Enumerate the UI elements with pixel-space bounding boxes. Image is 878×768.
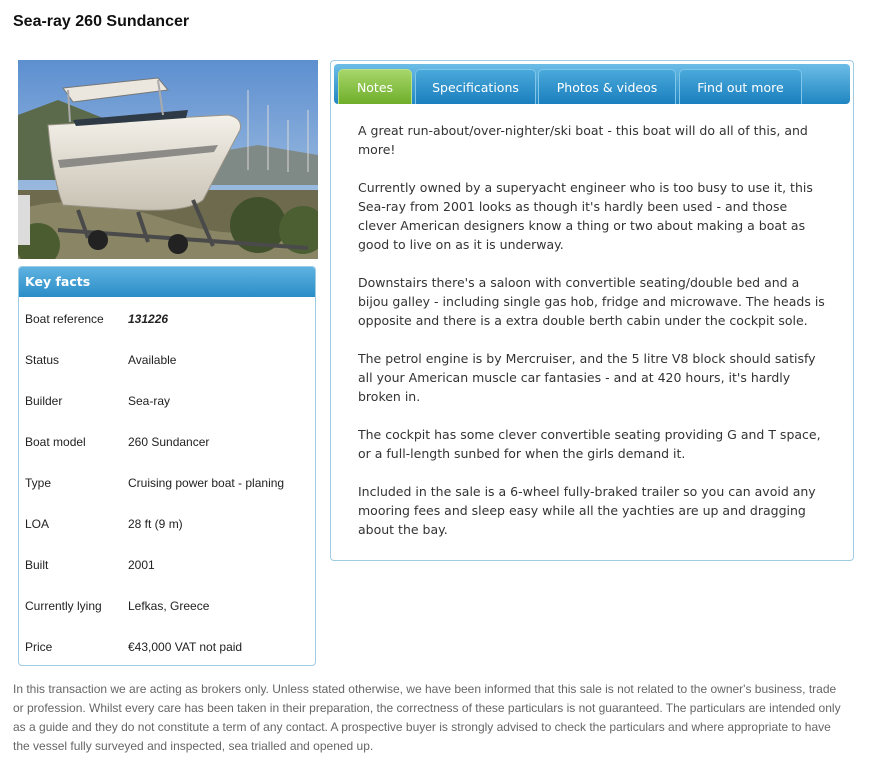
fact-label: Boat model: [25, 435, 86, 449]
fact-label: Price: [25, 640, 53, 654]
boat-photo[interactable]: [18, 60, 318, 259]
fact-row-status: Status Available: [25, 353, 313, 394]
fact-value: 2001: [128, 558, 155, 572]
fact-value: Cruising power boat - planing: [128, 476, 285, 490]
notes-paragraph: Downstairs there's a saloon with convert…: [358, 275, 825, 328]
notes-paragraph: Currently owned by a superyacht engineer…: [358, 180, 813, 252]
page-title: Sea-ray 260 Sundancer: [13, 13, 190, 30]
fact-label: Boat reference: [25, 312, 104, 326]
fact-value: 28 ft (9 m): [128, 517, 183, 531]
key-facts-panel: Key facts Boat reference 131226 Status A…: [18, 266, 316, 666]
tab-bar: Notes Specifications Photos & videos Fin…: [334, 64, 850, 104]
fact-label: LOA: [25, 517, 50, 531]
notes-content: A great run-about/over-nighter/ski boat …: [358, 121, 826, 558]
notes-paragraph: The cockpit has some clever convertible …: [358, 427, 821, 461]
fact-value: Lefkas, Greece: [128, 599, 210, 613]
fact-row-price: Price €43,000 VAT not paid: [25, 640, 313, 681]
fact-value: Available: [128, 353, 177, 367]
fact-value: 260 Sundancer: [128, 435, 210, 449]
fact-row-built: Built 2001: [25, 558, 313, 599]
notes-paragraph: A great run-about/over-nighter/ski boat …: [358, 123, 808, 157]
tab-photos-videos[interactable]: Photos & videos: [538, 69, 676, 104]
notes-paragraph: The petrol engine is by Mercruiser, and …: [358, 351, 816, 404]
fact-value: 131226: [128, 312, 169, 326]
fact-label: Type: [25, 476, 52, 490]
fact-label: Builder: [25, 394, 63, 408]
fact-label: Currently lying: [25, 599, 102, 613]
key-facts-heading: Key facts: [19, 267, 315, 297]
fact-value: €43,000 VAT not paid: [128, 640, 243, 654]
tab-find-out-more[interactable]: Find out more: [679, 69, 802, 104]
fact-row-loa: LOA 28 ft (9 m): [25, 517, 313, 558]
disclaimer-text: In this transaction we are acting as bro…: [13, 682, 841, 753]
tab-notes[interactable]: Notes: [338, 69, 412, 104]
fact-row-boat-model: Boat model 260 Sundancer: [25, 435, 313, 476]
fact-row-builder: Builder Sea-ray: [25, 394, 313, 435]
fact-row-boat-reference: Boat reference 131226: [25, 312, 313, 353]
details-panel: Notes Specifications Photos & videos Fin…: [330, 60, 854, 561]
fact-label: Status: [25, 353, 60, 367]
notes-paragraph: Included in the sale is a 6-wheel fully-…: [358, 484, 816, 537]
fact-label: Built: [25, 558, 49, 572]
fact-row-type: Type Cruising power boat - planing: [25, 476, 313, 517]
fact-value: Sea-ray: [128, 394, 171, 408]
tab-specifications[interactable]: Specifications: [415, 69, 536, 104]
fact-row-currently-lying: Currently lying Lefkas, Greece: [25, 599, 313, 640]
